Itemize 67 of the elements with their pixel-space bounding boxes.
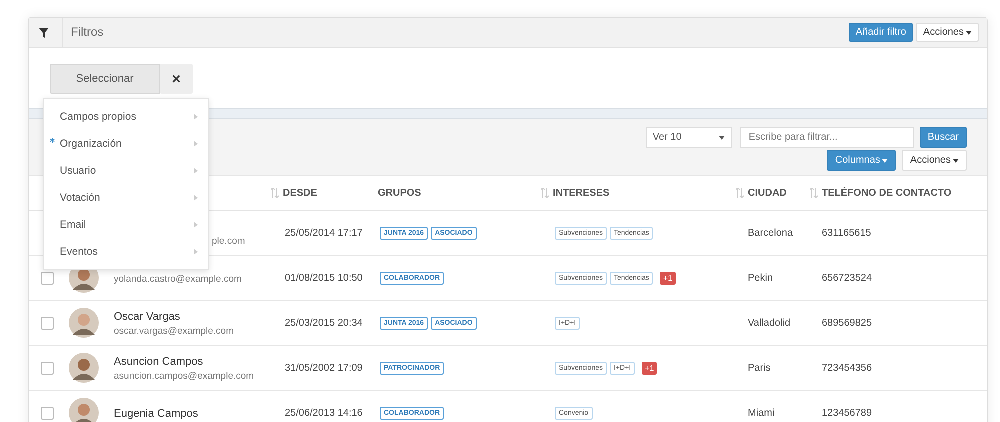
- chevron-icon: [194, 222, 198, 228]
- caret-icon: [718, 136, 725, 140]
- date-text: 25/06/2013 14:16: [284, 408, 364, 418]
- actions-button[interactable]: Acciones: [902, 150, 967, 171]
- city-text: Barcelona: [747, 228, 794, 238]
- chevron-icon: [194, 168, 198, 174]
- menu-item[interactable]: Eventos: [44, 238, 208, 265]
- phone-text: 123456789: [821, 408, 874, 418]
- menu-item[interactable]: Organización: [44, 130, 208, 157]
- menu-item[interactable]: Usuario: [44, 157, 208, 184]
- row-checkbox[interactable]: [41, 272, 54, 284]
- contact-email: oscar.vargas@example.com: [114, 326, 234, 337]
- menu-item[interactable]: Votación: [44, 184, 208, 211]
- column-header[interactable]: INTERESES: [553, 188, 610, 198]
- caret-icon: [882, 158, 888, 162]
- columns-button[interactable]: Columnas: [827, 150, 896, 171]
- chevron-icon: [194, 140, 198, 146]
- caret-icon: [966, 30, 972, 34]
- sort-icon[interactable]: [736, 188, 744, 198]
- date-text: 25/05/2014 17:17: [284, 228, 364, 238]
- avatar: [69, 398, 99, 422]
- sort-icon[interactable]: [541, 188, 549, 198]
- sort-icon[interactable]: [810, 188, 818, 198]
- panel-title: Filtros: [62, 18, 104, 47]
- contact-name: Oscar Vargas: [114, 311, 182, 323]
- more-badge: +1: [660, 272, 676, 284]
- actions-button[interactable]: Acciones: [916, 23, 979, 42]
- contact-name: Eugenia Campos: [114, 408, 198, 420]
- date-text: 25/03/2015 20:34: [284, 318, 364, 328]
- select-button[interactable]: Seleccionar: [50, 64, 160, 94]
- phone-text: 689569825: [821, 318, 874, 328]
- row-checkbox[interactable]: [41, 362, 54, 374]
- column-header[interactable]: TELÉFONO DE CONTACTO: [822, 188, 952, 198]
- city-text: Paris: [747, 362, 772, 374]
- contact-name: Asuncion Campos: [114, 356, 204, 368]
- page-size-select[interactable]: Ver 10: [646, 127, 732, 148]
- search-field[interactable]: Escribe para filtrar...: [740, 127, 914, 148]
- sort-icon[interactable]: [271, 188, 279, 198]
- search-button[interactable]: Buscar: [920, 127, 967, 148]
- chevron-icon: [194, 194, 198, 200]
- caret-icon: [953, 158, 959, 162]
- city-text: Valladolid: [747, 318, 792, 328]
- avatar: [69, 308, 99, 338]
- phone-text: 656723524: [821, 272, 874, 284]
- date-text: 31/05/2002 17:09: [284, 362, 364, 374]
- row-checkbox[interactable]: [41, 316, 54, 330]
- clear-button[interactable]: ×: [160, 64, 193, 94]
- chevron-icon: [194, 114, 198, 120]
- row-checkbox[interactable]: [41, 406, 54, 420]
- menu-item[interactable]: Email: [44, 211, 208, 238]
- filter-icon: [39, 28, 49, 38]
- contact-email: asuncion.campos@example.com: [114, 371, 254, 382]
- contact-email: ple.com: [212, 236, 246, 246]
- city-text: Miami: [747, 408, 776, 418]
- column-header[interactable]: CIUDAD: [748, 188, 787, 198]
- avatar: [69, 353, 99, 383]
- menu-item[interactable]: Campos propios: [44, 103, 208, 130]
- chevron-icon: [194, 248, 198, 254]
- column-header[interactable]: DESDE: [283, 188, 318, 198]
- city-text: Pekin: [747, 272, 774, 284]
- date-text: 01/08/2015 10:50: [284, 272, 364, 284]
- contact-email: yolanda.castro@example.com: [114, 274, 242, 284]
- column-header[interactable]: GRUPOS: [378, 188, 422, 198]
- more-badge: +1: [642, 362, 658, 374]
- phone-text: 723454356: [821, 362, 874, 374]
- phone-text: 631165615: [821, 228, 872, 238]
- add-filter-button[interactable]: Añadir filtro: [848, 23, 914, 42]
